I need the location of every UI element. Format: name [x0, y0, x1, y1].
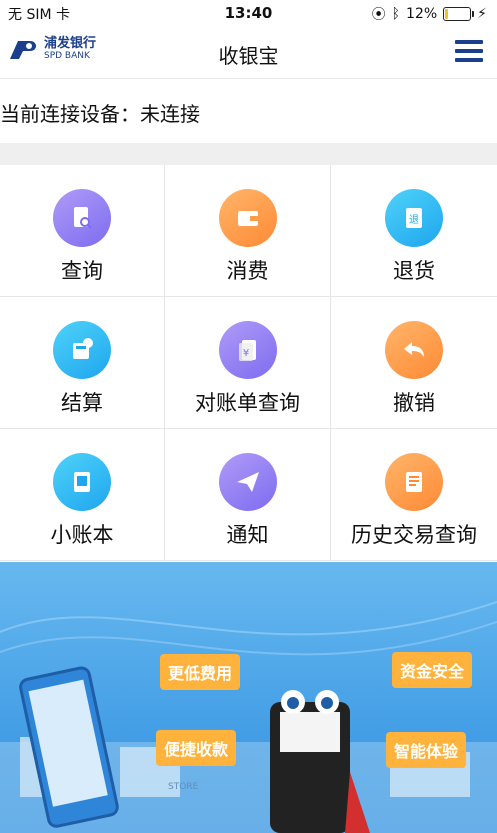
app-header: 浦发银行 SPD BANK 收银宝: [0, 26, 497, 79]
svg-text:¥: ¥: [242, 348, 248, 359]
undo-icon: [385, 321, 443, 379]
lock-rotation-icon: ⦿: [371, 7, 386, 23]
calculator-icon: [53, 321, 111, 379]
history-doc-icon: [385, 453, 443, 511]
grid-item-notice[interactable]: 通知: [165, 429, 331, 561]
grid-label: 撤销: [393, 391, 435, 415]
promo-banner[interactable]: STORE 更低费用 资金安全 便捷收款 智能体验: [0, 562, 497, 833]
function-grid: 查询 消费 退 退货 结算 ¥ 对账单查询 撤销 小账本 通知 历史交易查询: [0, 165, 497, 561]
banner-illustration: STORE: [0, 601, 497, 833]
svg-text:STORE: STORE: [168, 782, 199, 792]
banner-tag: 智能体验: [386, 732, 467, 768]
grid-label: 消费: [226, 259, 269, 283]
battery-icon: [443, 7, 475, 21]
device-value: 未连接: [140, 102, 200, 126]
section-divider: [0, 143, 497, 165]
status-right: ⦿ ᛒ 12% ⚡: [372, 4, 487, 24]
grid-label: 通知: [226, 523, 269, 547]
banner-tag: 便捷收款: [156, 730, 237, 766]
banner-tag: 资金安全: [392, 652, 473, 688]
hamburger-icon[interactable]: [455, 40, 483, 62]
grid-label: 小账本: [50, 523, 114, 547]
grid-label: 退货: [393, 259, 435, 283]
page-title: 收银宝: [218, 44, 279, 68]
grid-label: 历史交易查询: [351, 523, 477, 547]
grid-label: 查询: [61, 259, 103, 283]
ledger-icon: [53, 453, 111, 511]
status-bar: 无 SIM 卡 13:40 ⦿ ᛒ 12% ⚡: [0, 0, 497, 26]
return-doc-icon: 退: [385, 189, 443, 247]
device-label: 当前连接设备：: [0, 102, 140, 126]
wallet-icon: [218, 189, 277, 247]
banner-tag: 更低费用: [160, 654, 241, 690]
grid-item-settle[interactable]: 结算: [0, 297, 165, 429]
paper-plane-icon: [218, 453, 277, 511]
statement-icon: ¥: [218, 321, 277, 379]
grid-item-consume[interactable]: 消费: [165, 165, 331, 297]
device-status: 当前连接设备：未连接: [0, 98, 200, 127]
grid-item-revoke[interactable]: 撤销: [331, 297, 497, 429]
search-card-icon: [53, 189, 111, 247]
charging-icon: ⚡: [477, 6, 487, 22]
grid-item-query[interactable]: 查询: [0, 165, 165, 297]
grid-item-ledger[interactable]: 小账本: [0, 429, 165, 561]
grid-item-history[interactable]: 历史交易查询: [331, 429, 497, 561]
bluetooth-icon: ᛒ: [391, 6, 401, 22]
grid-label: 结算: [61, 391, 103, 415]
battery-percent: 12%: [406, 6, 438, 22]
grid-label: 对账单查询: [195, 391, 300, 415]
svg-text:退: 退: [409, 214, 419, 226]
grid-item-refund[interactable]: 退 退货: [331, 165, 497, 297]
grid-item-statement[interactable]: ¥ 对账单查询: [165, 297, 331, 429]
